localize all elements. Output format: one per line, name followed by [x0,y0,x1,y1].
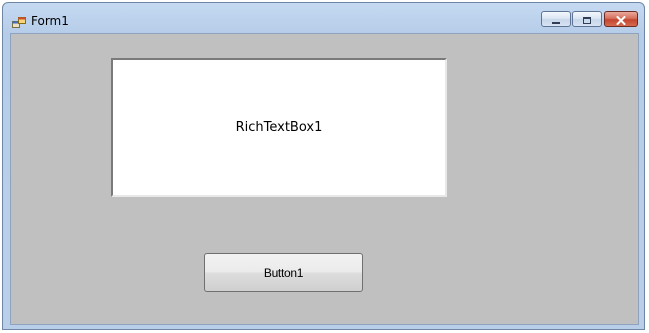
minimize-icon [551,10,561,29]
form1-window: Form1 RichTextBox1 Button1 [2,2,645,330]
maximize-icon [582,10,592,29]
title-bar[interactable]: Form1 [3,3,644,33]
richtextbox1-text: RichTextBox1 [235,120,323,135]
window-title: Form1 [31,14,69,28]
maximize-button[interactable] [572,11,602,27]
form-client-area: RichTextBox1 Button1 [10,33,639,325]
close-button[interactable] [604,11,638,27]
minimize-button[interactable] [541,11,571,27]
richtextbox1[interactable]: RichTextBox1 [111,58,447,197]
button1[interactable]: Button1 [204,253,363,292]
form-app-icon[interactable] [12,14,26,28]
close-icon [616,10,626,29]
